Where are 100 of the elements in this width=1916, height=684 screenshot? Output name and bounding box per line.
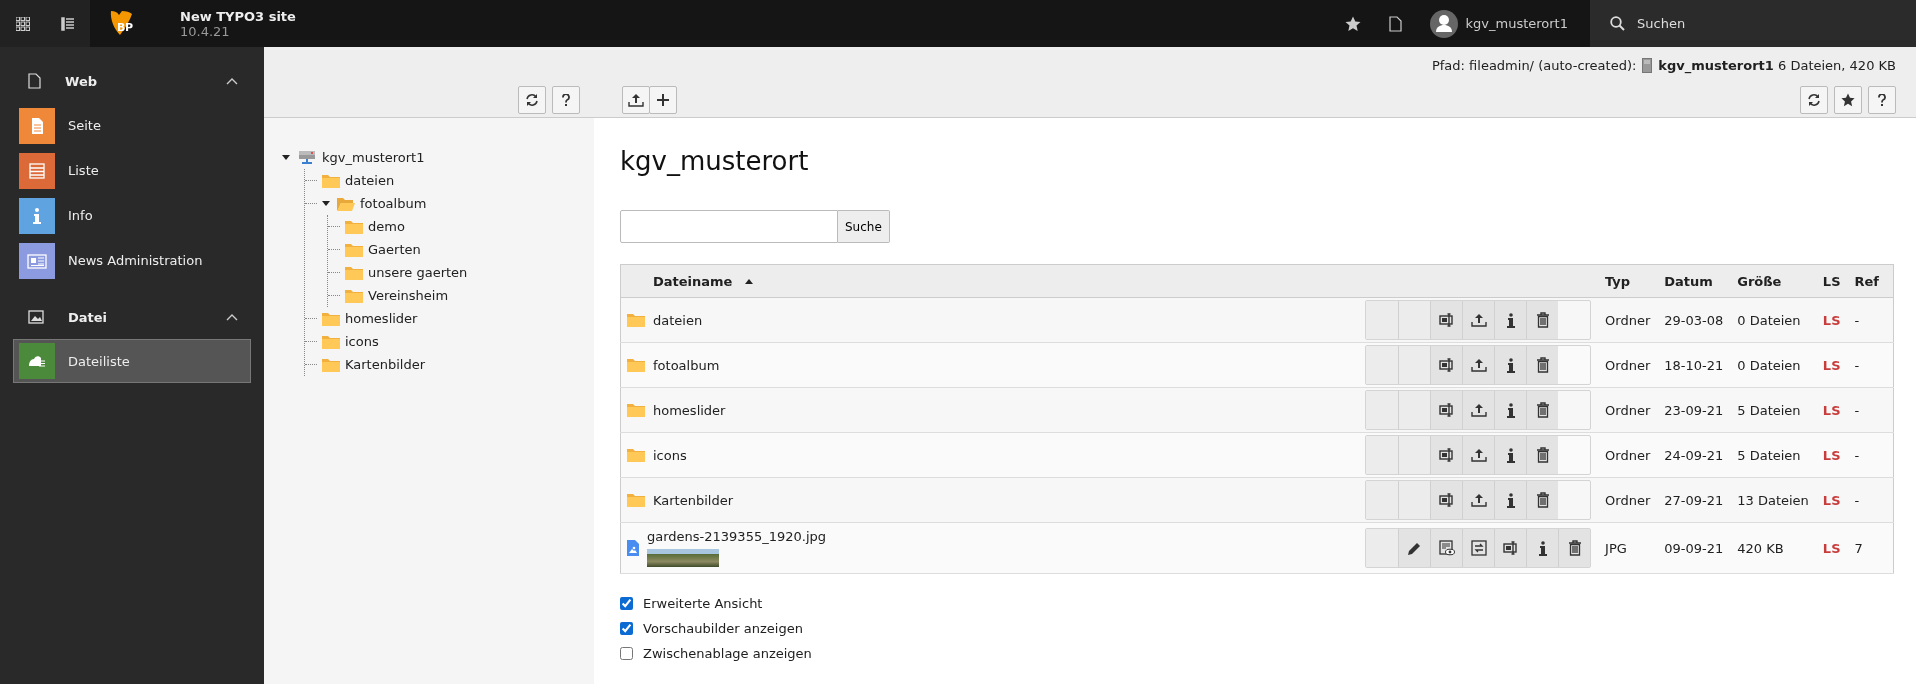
info-icon [1506,357,1515,373]
table-cell: 5 Dateien [1737,447,1801,463]
upload-icon [1470,358,1487,372]
table-cell: 0 Dateien [1737,312,1801,328]
table-cell: 24-09-21 [1664,447,1724,463]
path-label: Pfad: fileadmin/ (auto-created): [1431,57,1637,73]
delete-button[interactable] [1526,481,1559,519]
delete-button[interactable] [1526,346,1559,384]
upload-button[interactable] [1462,346,1495,384]
module-group-header[interactable]: Datei [0,295,264,339]
search-input[interactable] [620,210,838,243]
rename-icon [1438,493,1455,507]
upload-icon [1470,313,1487,327]
info-button[interactable] [1494,481,1527,519]
module-group-header[interactable]: Web [0,59,264,103]
expand-caret-icon[interactable] [322,201,330,206]
upload-button[interactable] [1462,436,1495,474]
rename-button[interactable] [1430,436,1463,474]
table-cell: 420 KB [1737,540,1784,556]
table-cell: - [1854,447,1860,463]
chevron-icon[interactable] [226,77,238,85]
tree-item[interactable]: fotoalbum [360,196,427,211]
rename-button[interactable] [1494,529,1527,567]
rename-button[interactable] [1430,346,1463,384]
file-name-link[interactable]: fotoalbum [653,357,720,373]
permission-label: LS [1822,312,1841,328]
tree-item[interactable]: Gaerten [368,242,421,257]
plus-icon [657,94,669,106]
checkbox-label[interactable]: Erweiterte Ansicht [643,596,763,611]
app-grid-icon[interactable] [15,16,30,31]
column-header[interactable]: Dateiname [653,273,733,289]
file-name-link[interactable]: gardens-2139355_1920.jpg [647,529,827,544]
replace-button[interactable] [1462,529,1495,567]
folder-icon [627,358,645,372]
tree-item[interactable]: dateien [345,173,395,188]
add-button[interactable] [649,86,677,114]
info-button[interactable] [1494,346,1527,384]
file-name-link[interactable]: Kartenbilder [653,492,733,508]
delete-button[interactable] [1558,529,1591,567]
tree-item[interactable]: demo [368,219,405,234]
upload-icon [628,93,644,107]
refresh-icon [1807,93,1821,107]
info-button[interactable] [1494,391,1527,429]
checkbox[interactable] [620,647,633,660]
module-item[interactable]: Dateiliste [13,339,251,383]
info-button[interactable] [1526,529,1559,567]
tree-item[interactable]: Vereinsheim [368,288,449,303]
delete-button[interactable] [1526,301,1559,339]
upload-button[interactable] [1462,481,1495,519]
table-cell: 29-03-08 [1664,312,1724,328]
upload-button[interactable] [1462,301,1495,339]
rename-button[interactable] [1430,391,1463,429]
checkbox[interactable] [620,622,633,635]
folder-icon [322,173,340,188]
tree-item[interactable]: homeslider [345,311,418,326]
tree-item[interactable]: Kartenbilder [345,357,425,372]
checkbox[interactable] [620,597,633,610]
preview-button[interactable] [1430,529,1463,567]
star-icon[interactable] [1344,15,1361,32]
expand-caret-icon[interactable] [282,155,290,160]
help-button[interactable] [1868,86,1896,114]
tree-item[interactable]: kgv_musterort1 [322,150,425,165]
tree-item[interactable]: unsere gaerten [368,265,468,280]
table-cell: 09-09-21 [1664,540,1724,556]
search-button[interactable]: Suche [838,210,890,243]
checkbox-label[interactable]: Zwischenablage anzeigen [643,646,812,661]
info-button[interactable] [1494,436,1527,474]
rename-button[interactable] [1430,481,1463,519]
checkbox-label[interactable]: Vorschaubilder anzeigen [643,621,803,636]
user-name[interactable]: kgv_musterort1 [1465,16,1568,31]
upload-button[interactable] [1462,391,1495,429]
module-item[interactable]: Liste [13,148,251,193]
module-item[interactable]: Info [13,193,251,238]
file-name-link[interactable]: icons [653,447,687,463]
upload-button[interactable] [622,86,650,114]
chevron-icon[interactable] [226,313,238,321]
edit-button[interactable] [1398,529,1431,567]
document-icon[interactable] [1388,15,1402,32]
refresh-button[interactable] [518,86,546,114]
refresh-button[interactable] [1800,86,1828,114]
module-item[interactable]: Seite [13,103,251,148]
rename-button[interactable] [1430,301,1463,339]
help-button[interactable] [552,86,580,114]
table-cell: - [1854,357,1860,373]
rename-icon [1438,403,1455,417]
bookmark-button[interactable] [1834,86,1862,114]
delete-button[interactable] [1526,391,1559,429]
module-item[interactable]: News Administration [13,238,251,283]
file-name-link[interactable]: homeslider [653,402,726,418]
empty-action-slot [1366,346,1399,384]
info-button[interactable] [1494,301,1527,339]
search-field[interactable]: Suchen [1590,0,1916,47]
list-icon[interactable] [60,16,75,31]
file-name-link[interactable]: dateien [653,312,703,328]
tree-item[interactable]: icons [345,334,379,349]
avatar-icon[interactable] [1429,9,1458,38]
help-icon [1878,94,1886,106]
preview-icon [1438,540,1455,556]
folder-icon [627,403,645,417]
delete-button[interactable] [1526,436,1559,474]
